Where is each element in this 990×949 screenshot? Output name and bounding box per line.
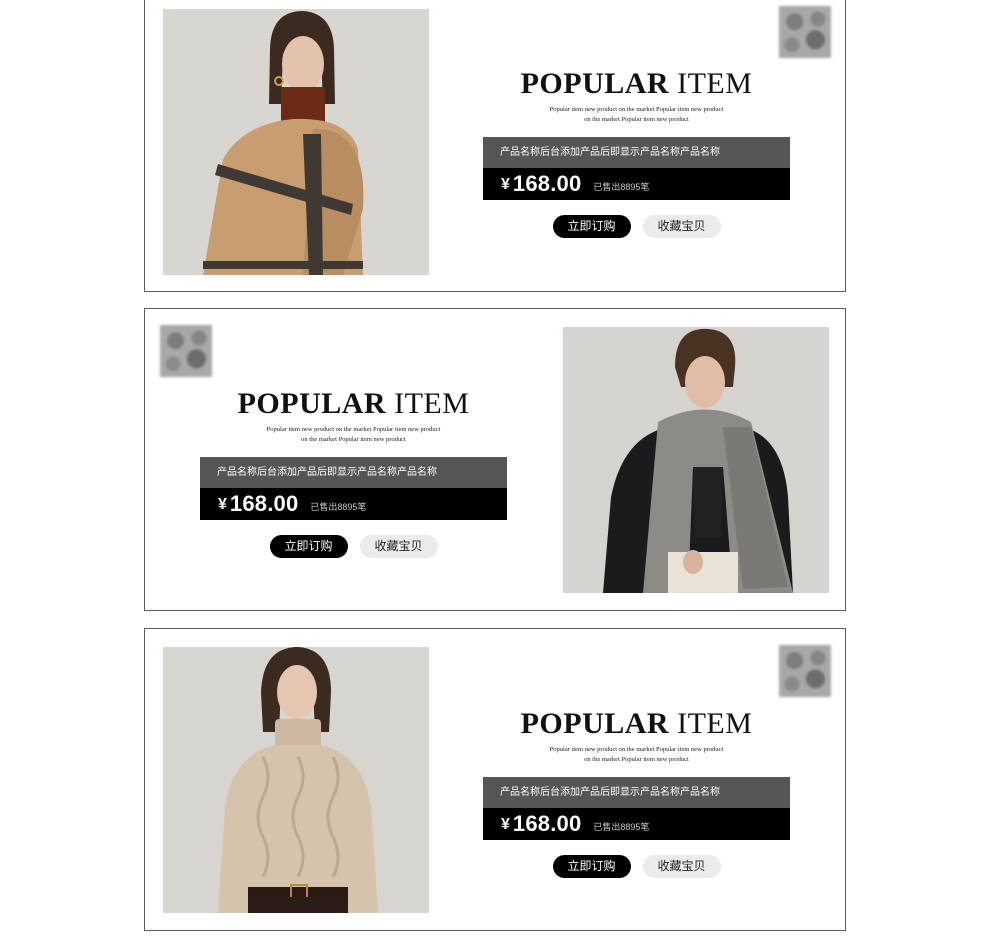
product-name: 产品名称后台添加产品后即显示产品名称产品名称 bbox=[483, 137, 790, 168]
sold-count: 已售出8895笔 bbox=[593, 822, 650, 832]
qr-code[interactable] bbox=[779, 6, 831, 58]
product-card-2: POPULAR ITEM Popular item new product on… bbox=[144, 308, 846, 611]
product-name: 产品名称后台添加产品后即显示产品名称产品名称 bbox=[483, 777, 790, 808]
action-buttons: 立即订购 收藏宝贝 bbox=[200, 535, 507, 558]
price: 168.00 bbox=[229, 491, 299, 516]
model-scarf-camel-photo bbox=[163, 9, 429, 275]
action-buttons: 立即订购 收藏宝贝 bbox=[483, 215, 790, 238]
headline-bold: POPULAR bbox=[520, 707, 670, 740]
price: 168.00 bbox=[512, 811, 582, 836]
product-info: POPULAR ITEM Popular item new product on… bbox=[200, 387, 507, 558]
product-photo[interactable] bbox=[163, 9, 429, 275]
order-now-button[interactable]: 立即订购 bbox=[552, 215, 631, 238]
headline-rest: ITEM bbox=[386, 387, 470, 420]
headline: POPULAR ITEM bbox=[200, 387, 507, 421]
product-photo[interactable] bbox=[163, 647, 429, 913]
model-sweater-photo bbox=[163, 647, 429, 913]
favorite-button[interactable]: 收藏宝贝 bbox=[642, 855, 721, 878]
favorite-button[interactable]: 收藏宝贝 bbox=[359, 535, 438, 558]
qr-code[interactable] bbox=[160, 325, 212, 377]
price: 168.00 bbox=[512, 171, 582, 196]
order-now-button[interactable]: 立即订购 bbox=[552, 855, 631, 878]
headline-bold: POPULAR bbox=[237, 387, 387, 420]
subtext: Popular item new product on the market P… bbox=[549, 106, 724, 123]
headline-bold: POPULAR bbox=[520, 67, 670, 100]
sold-count: 已售出8895笔 bbox=[593, 182, 650, 192]
headline: POPULAR ITEM bbox=[483, 67, 790, 101]
price-bar: ¥ 168.00 已售出8895笔 bbox=[483, 168, 790, 200]
product-card-1: POPULAR ITEM Popular item new product on… bbox=[144, 0, 846, 292]
product-card-3: POPULAR ITEM Popular item new product on… bbox=[144, 628, 846, 931]
product-name: 产品名称后台添加产品后即显示产品名称产品名称 bbox=[200, 457, 507, 488]
currency-symbol: ¥ bbox=[501, 176, 510, 193]
action-buttons: 立即订购 收藏宝贝 bbox=[483, 855, 790, 878]
product-info: POPULAR ITEM Popular item new product on… bbox=[483, 67, 790, 238]
subtext: Popular item new product on the market P… bbox=[266, 426, 441, 443]
currency-symbol: ¥ bbox=[501, 816, 510, 833]
qr-code[interactable] bbox=[779, 645, 831, 697]
headline-rest: ITEM bbox=[669, 67, 753, 100]
headline-rest: ITEM bbox=[669, 707, 753, 740]
sold-count: 已售出8895笔 bbox=[310, 502, 367, 512]
model-scarf-grey-photo bbox=[563, 327, 829, 593]
currency-symbol: ¥ bbox=[218, 496, 227, 513]
product-info: POPULAR ITEM Popular item new product on… bbox=[483, 707, 790, 878]
price-bar: ¥ 168.00 已售出8895笔 bbox=[200, 488, 507, 520]
product-photo[interactable] bbox=[563, 327, 829, 593]
favorite-button[interactable]: 收藏宝贝 bbox=[642, 215, 721, 238]
headline: POPULAR ITEM bbox=[483, 707, 790, 741]
price-bar: ¥ 168.00 已售出8895笔 bbox=[483, 808, 790, 840]
order-now-button[interactable]: 立即订购 bbox=[269, 535, 348, 558]
subtext: Popular item new product on the market P… bbox=[549, 746, 724, 763]
